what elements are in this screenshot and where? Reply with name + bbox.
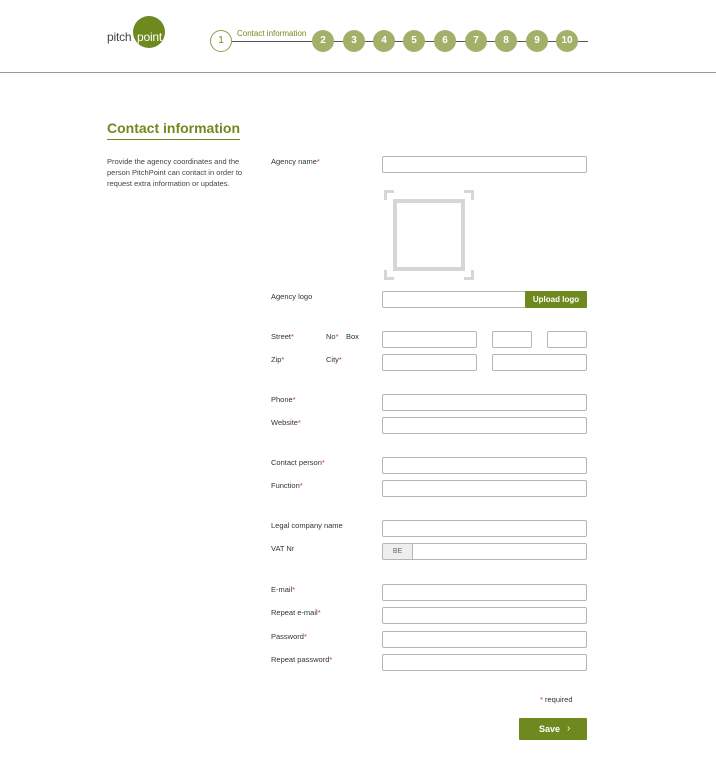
legal-company-name-label: Legal company name xyxy=(271,521,343,530)
repeat-password-input[interactable] xyxy=(382,654,587,671)
save-button-label: Save xyxy=(539,724,561,734)
street-input[interactable] xyxy=(382,331,477,348)
step-7[interactable]: 7 xyxy=(465,30,487,52)
upload-logo-button[interactable]: Upload logo xyxy=(525,291,587,308)
city-input[interactable] xyxy=(492,354,587,371)
step-5[interactable]: 5 xyxy=(403,30,425,52)
agency-name-input[interactable] xyxy=(382,156,587,173)
repeat-email-label: Repeat e-mail* xyxy=(271,608,321,617)
password-input[interactable] xyxy=(382,631,587,648)
city-label: City* xyxy=(326,355,342,364)
crop-corner-icon xyxy=(464,190,474,200)
logo-preview-placeholder xyxy=(384,190,474,280)
contact-person-label: Contact person* xyxy=(271,458,325,467)
step-9[interactable]: 9 xyxy=(526,30,548,52)
step-10[interactable]: 10 xyxy=(556,30,578,52)
section-description: Provide the agency coordinates and the p… xyxy=(107,157,243,188)
crop-corner-icon xyxy=(384,270,394,280)
street-label: Street* xyxy=(271,332,294,341)
image-placeholder-icon xyxy=(393,199,465,271)
crop-corner-icon xyxy=(464,270,474,280)
function-label: Function* xyxy=(271,481,303,490)
repeat-password-label: Repeat password* xyxy=(271,655,333,664)
website-input[interactable] xyxy=(382,417,587,434)
number-label: No* xyxy=(326,332,339,341)
contact-person-input[interactable] xyxy=(382,457,587,474)
email-input[interactable] xyxy=(382,584,587,601)
step-2[interactable]: 2 xyxy=(312,30,334,52)
box-label: Box xyxy=(346,332,359,341)
phone-label: Phone* xyxy=(271,395,296,404)
step-3[interactable]: 3 xyxy=(343,30,365,52)
number-input[interactable] xyxy=(492,331,532,348)
page-title: Contact information xyxy=(107,120,240,140)
step-4[interactable]: 4 xyxy=(373,30,395,52)
logo-text-point: point xyxy=(137,30,163,44)
chevron-right-icon: › xyxy=(567,723,571,734)
logo-text-pitch: pitch xyxy=(107,30,132,44)
progress-stepper: 1 Contact information 2 3 4 5 6 7 8 9 10 xyxy=(210,29,590,53)
vat-country-prefix: BE xyxy=(382,543,413,560)
step-1-label: Contact information xyxy=(237,29,307,38)
zip-label: Zip* xyxy=(271,355,285,364)
required-note: * required xyxy=(540,695,573,704)
agency-logo-label: Agency logo xyxy=(271,292,313,301)
vat-number-input[interactable] xyxy=(412,543,587,560)
password-label: Password* xyxy=(271,632,307,641)
repeat-email-input[interactable] xyxy=(382,607,587,624)
vat-number-label: VAT Nr xyxy=(271,544,295,553)
email-label: E-mail* xyxy=(271,585,296,594)
phone-input[interactable] xyxy=(382,394,587,411)
step-6[interactable]: 6 xyxy=(434,30,456,52)
website-label: Website* xyxy=(271,418,301,427)
step-1-active[interactable]: 1 xyxy=(210,30,232,52)
zip-input[interactable] xyxy=(382,354,477,371)
step-8[interactable]: 8 xyxy=(495,30,517,52)
header: pitch point 1 Contact information 2 3 4 … xyxy=(0,0,716,73)
function-input[interactable] xyxy=(382,480,587,497)
agency-name-label: Agency name* xyxy=(271,157,320,166)
agency-logo-file-field[interactable] xyxy=(382,291,527,308)
pitchpoint-logo[interactable]: pitch point xyxy=(107,16,167,48)
save-button[interactable]: Save › xyxy=(519,718,587,740)
box-input[interactable] xyxy=(547,331,587,348)
legal-company-name-input[interactable] xyxy=(382,520,587,537)
